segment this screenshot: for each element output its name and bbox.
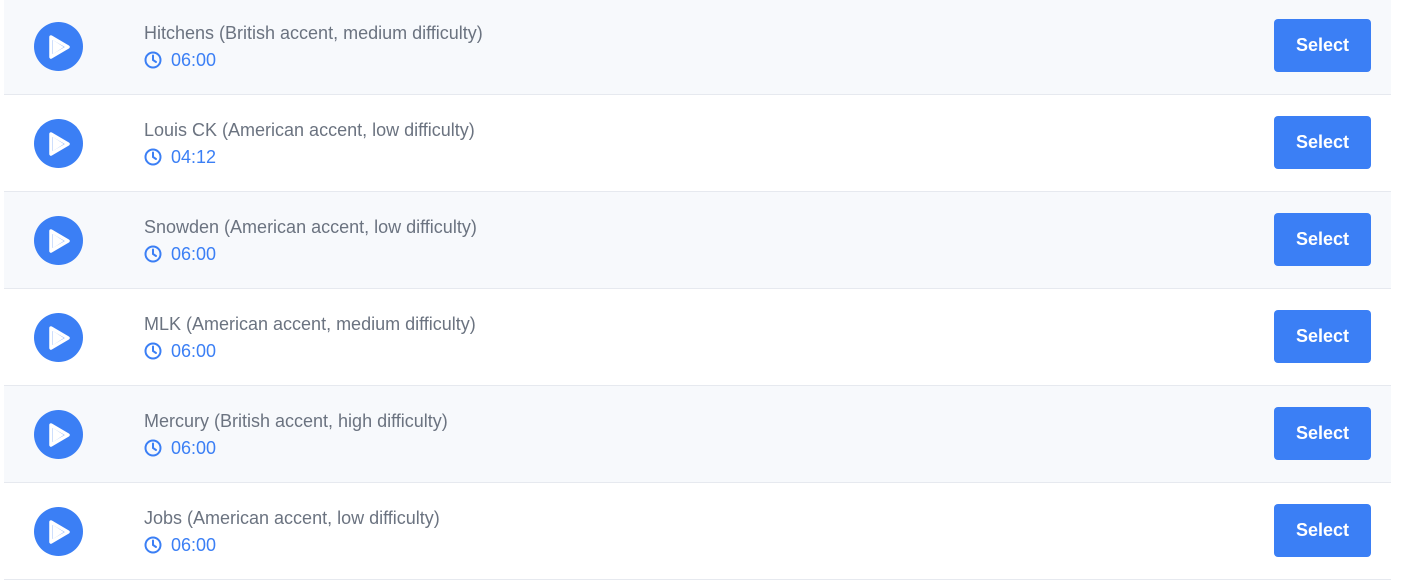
track-info: Hitchens (British accent, medium difficu… bbox=[144, 21, 483, 72]
track-row: Snowden (American accent, low difficulty… bbox=[4, 192, 1391, 289]
track-duration: 06:00 bbox=[144, 48, 483, 72]
play-button[interactable] bbox=[34, 22, 83, 71]
select-button[interactable]: Select bbox=[1274, 407, 1371, 460]
clock-icon bbox=[144, 245, 162, 263]
duration-text: 06:00 bbox=[171, 341, 217, 361]
select-button[interactable]: Select bbox=[1274, 19, 1371, 72]
track-list: Hitchens (British accent, medium difficu… bbox=[4, 0, 1391, 580]
track-row: Hitchens (British accent, medium difficu… bbox=[4, 0, 1391, 95]
duration-text: 04:12 bbox=[171, 147, 217, 167]
play-button[interactable] bbox=[34, 313, 83, 362]
track-duration: 04:12 bbox=[144, 145, 475, 169]
play-button[interactable] bbox=[34, 119, 83, 168]
select-button[interactable]: Select bbox=[1274, 116, 1371, 169]
play-icon bbox=[48, 325, 70, 350]
play-icon bbox=[48, 228, 70, 253]
track-title: Hitchens (British accent, medium difficu… bbox=[144, 23, 483, 43]
play-icon bbox=[48, 519, 70, 544]
track-list-page: Hitchens (British accent, medium difficu… bbox=[0, 0, 1401, 585]
track-info: Jobs (American accent, low difficulty) 0… bbox=[144, 506, 440, 557]
clock-icon bbox=[144, 536, 162, 554]
play-icon bbox=[48, 34, 70, 59]
track-info: Mercury (British accent, high difficulty… bbox=[144, 409, 448, 460]
track-info: Louis CK (American accent, low difficult… bbox=[144, 118, 475, 169]
play-button[interactable] bbox=[34, 216, 83, 265]
duration-text: 06:00 bbox=[171, 438, 217, 458]
track-title: Snowden (American accent, low difficulty… bbox=[144, 217, 477, 237]
track-row: Jobs (American accent, low difficulty) 0… bbox=[4, 483, 1391, 580]
track-row: Mercury (British accent, high difficulty… bbox=[4, 386, 1391, 483]
select-button[interactable]: Select bbox=[1274, 310, 1371, 363]
play-button[interactable] bbox=[34, 410, 83, 459]
select-button[interactable]: Select bbox=[1274, 504, 1371, 557]
track-row: Louis CK (American accent, low difficult… bbox=[4, 95, 1391, 192]
clock-icon bbox=[144, 148, 162, 166]
track-title: Jobs (American accent, low difficulty) bbox=[144, 508, 440, 528]
track-title: MLK (American accent, medium difficulty) bbox=[144, 314, 476, 334]
duration-text: 06:00 bbox=[171, 50, 217, 70]
track-duration: 06:00 bbox=[144, 436, 448, 460]
track-duration: 06:00 bbox=[144, 242, 477, 266]
track-info: Snowden (American accent, low difficulty… bbox=[144, 215, 477, 266]
track-info: MLK (American accent, medium difficulty)… bbox=[144, 312, 476, 363]
track-title: Louis CK (American accent, low difficult… bbox=[144, 120, 475, 140]
clock-icon bbox=[144, 342, 162, 360]
duration-text: 06:00 bbox=[171, 244, 217, 264]
play-icon bbox=[48, 131, 70, 156]
track-title: Mercury (British accent, high difficulty… bbox=[144, 411, 448, 431]
duration-text: 06:00 bbox=[171, 535, 217, 555]
clock-icon bbox=[144, 51, 162, 69]
play-icon bbox=[48, 422, 70, 447]
track-duration: 06:00 bbox=[144, 533, 440, 557]
track-duration: 06:00 bbox=[144, 339, 476, 363]
play-button[interactable] bbox=[34, 507, 83, 556]
clock-icon bbox=[144, 439, 162, 457]
select-button[interactable]: Select bbox=[1274, 213, 1371, 266]
track-row: MLK (American accent, medium difficulty)… bbox=[4, 289, 1391, 386]
